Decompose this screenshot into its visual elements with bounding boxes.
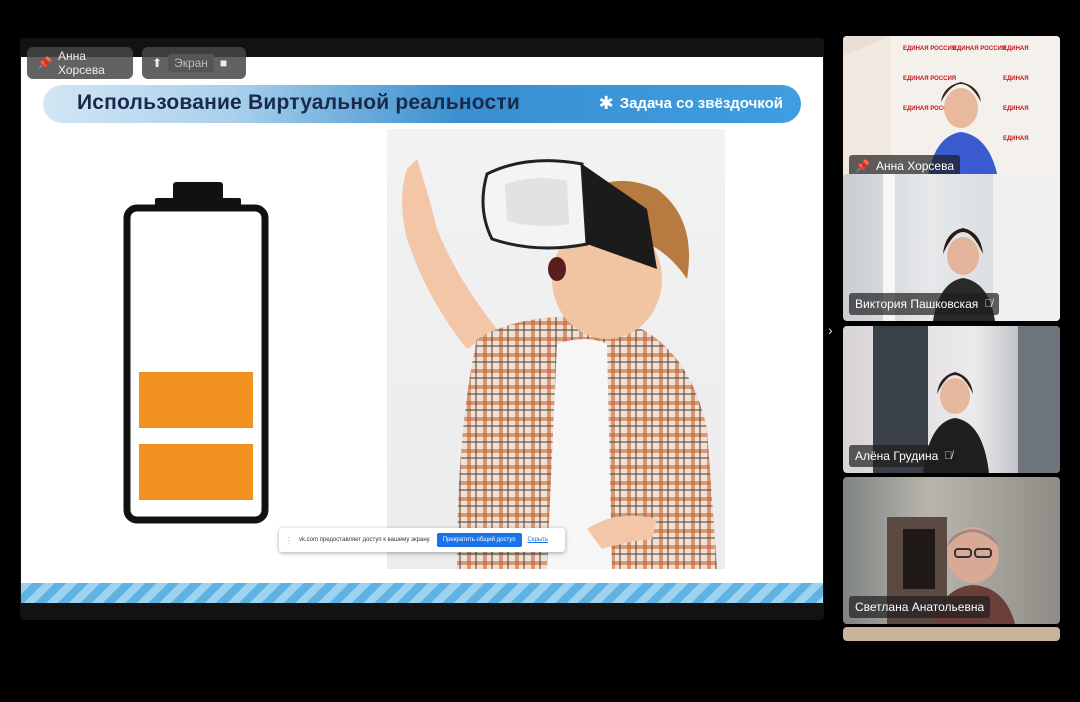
participant-tile[interactable]: Алёна Грудина 🎙̸ [843, 326, 1060, 473]
chevron-right-icon[interactable]: › [828, 322, 833, 338]
vr-child-illustration [402, 159, 717, 569]
screen-chip[interactable]: ⬆ Экран ■ [142, 47, 246, 79]
battery-icon [123, 182, 269, 524]
share-message: vk.com предоставляет доступ к вашему экр… [299, 537, 431, 543]
participant-name: Алёна Грудина [855, 449, 939, 463]
svg-text:ЕДИНАЯ: ЕДИНАЯ [1003, 46, 1029, 52]
camera-icon: ■ [219, 56, 228, 70]
pin-icon: 📌 [855, 159, 870, 173]
presenter-name: Анна Хорсева [57, 49, 105, 77]
svg-text:ЕДИНАЯ: ЕДИНАЯ [1003, 106, 1029, 112]
svg-text:ЕДИНАЯ: ЕДИНАЯ [1003, 136, 1029, 142]
asterisk-icon: ✱ [598, 93, 614, 113]
slide-badge-label: Задача со звёздочкой [619, 95, 783, 112]
mic-off-icon: 🎙̸ [944, 450, 953, 462]
drag-handle-icon[interactable]: ⋮ [285, 536, 293, 545]
participant-name-label: Светлана Анатольевна [849, 596, 991, 618]
pinned-presenter-chip[interactable]: 📌 Анна Хорсева [27, 47, 133, 79]
svg-text:ЕДИНАЯ РОССИЯ: ЕДИНАЯ РОССИЯ [953, 46, 1006, 52]
participant-tile-partial[interactable] [843, 627, 1060, 641]
battery-level-bar [139, 444, 253, 500]
svg-text:ЕДИНАЯ: ЕДИНАЯ [1003, 76, 1029, 82]
hide-link[interactable]: Скрыть [528, 537, 548, 543]
participant-name-label: Алёна Грудина 🎙̸ [849, 445, 959, 467]
vr-child-photo [387, 129, 725, 569]
svg-text:ЕДИНАЯ РОССИЯ: ЕДИНАЯ РОССИЯ [903, 76, 956, 82]
participant-name: Виктория Пашковская [855, 297, 979, 311]
svg-text:ЕДИНАЯ РОССИЯ: ЕДИНАЯ РОССИЯ [903, 46, 956, 52]
slide-title-bar: Использование Виртуальной реальности ✱ З… [43, 85, 801, 123]
presentation-slide: Использование Виртуальной реальности ✱ З… [21, 57, 823, 603]
participant-tile[interactable]: Светлана Анатольевна [843, 477, 1060, 624]
pin-icon: 📌 [37, 56, 52, 70]
mic-off-icon: 🎙̸ [984, 298, 993, 310]
stop-sharing-button[interactable]: Прекратить общий доступ [436, 533, 522, 547]
participant-tile[interactable]: ЕДИНАЯ РОССИЯ ЕДИНАЯ РОССИЯ ЕДИНАЯ ЕДИНАЯ … [843, 36, 1060, 183]
screen-share-notification: ⋮ vk.com предоставляет доступ к вашему э… [279, 528, 565, 552]
participant-tile[interactable]: Виктория Пашковская 🎙̸ [843, 174, 1060, 321]
participant-name: Анна Хорсева [875, 159, 955, 173]
slide-title: Использование Виртуальной реальности [77, 91, 520, 114]
slide-footer-stripe [21, 583, 823, 603]
participant-name-label: Виктория Пашковская 🎙̸ [849, 293, 999, 315]
participant-name: Светлана Анатольевна [855, 600, 985, 614]
screen-share-icon: ⬆ [152, 56, 163, 70]
screen-label: Экран [168, 54, 214, 72]
battery-level-bar [139, 372, 253, 428]
slide-badge: ✱ Задача со звёздочкой [598, 93, 783, 113]
